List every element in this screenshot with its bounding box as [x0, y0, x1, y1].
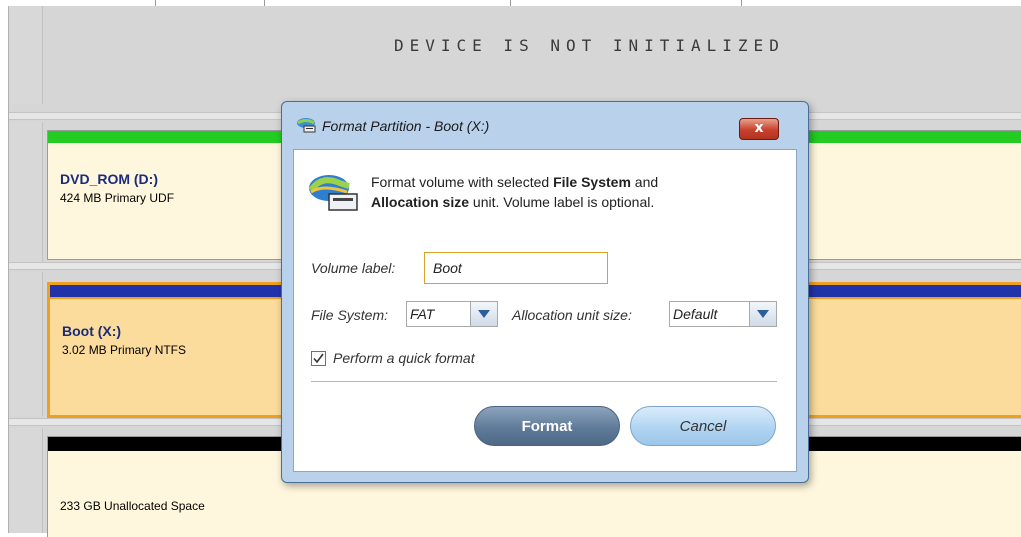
allocation-size-dropdown-button[interactable] — [749, 302, 776, 326]
disk-icon — [297, 118, 316, 133]
chevron-down-icon — [478, 310, 490, 318]
file-system-caption: File System: — [311, 307, 389, 323]
disk-row-gutter — [9, 272, 43, 416]
file-system-value: FAT — [410, 306, 435, 322]
dialog-description: Format volume with selected File System … — [371, 172, 781, 212]
partition-name: DVD_ROM (D:) — [60, 171, 158, 187]
allocation-size-caption: Allocation unit size: — [512, 307, 632, 323]
dialog-body: Format volume with selected File System … — [293, 149, 797, 472]
volume-label-caption: Volume label: — [311, 260, 396, 276]
partition-name: Boot (X:) — [62, 323, 122, 339]
quick-format-label[interactable]: Perform a quick format — [333, 350, 475, 366]
file-system-dropdown-button[interactable] — [470, 302, 497, 326]
description-text: Format volume with selected — [371, 174, 554, 190]
description-bold-allocation: Allocation size — [371, 194, 470, 210]
divider — [311, 381, 777, 382]
close-icon: x — [754, 120, 764, 136]
description-text: unit. Volume label is optional. — [469, 194, 655, 210]
partition-description: 3.02 MB Primary NTFS — [62, 343, 187, 357]
allocation-size-value: Default — [673, 306, 718, 322]
quick-format-checkbox[interactable] — [311, 351, 326, 366]
disk-row-gutter — [9, 122, 43, 266]
format-button[interactable]: Format — [474, 406, 620, 446]
partition-description: 233 GB Unallocated Space — [60, 499, 205, 513]
partition-description: 424 MB Primary UDF — [60, 191, 175, 205]
volume-label-input[interactable]: Boot — [424, 252, 608, 284]
allocation-size-select[interactable]: Default — [669, 301, 777, 327]
device-status-banner: DEVICE IS NOT INITIALIZED — [394, 36, 785, 55]
format-disk-icon — [308, 175, 358, 211]
description-bold-file-system: File System — [553, 174, 631, 190]
disk-row-gutter — [9, 428, 43, 533]
disk-row-gutter — [9, 6, 43, 104]
file-system-select[interactable]: FAT — [406, 301, 498, 327]
format-partition-dialog: Format Partition - Boot (X:) x Format vo… — [281, 101, 809, 483]
close-button[interactable]: x — [739, 118, 779, 140]
checkmark-icon — [313, 353, 324, 364]
cancel-button[interactable]: Cancel — [630, 406, 776, 446]
chevron-down-icon — [757, 310, 769, 318]
description-text: and — [630, 174, 659, 190]
dialog-title: Format Partition - Boot (X:) — [322, 118, 490, 134]
